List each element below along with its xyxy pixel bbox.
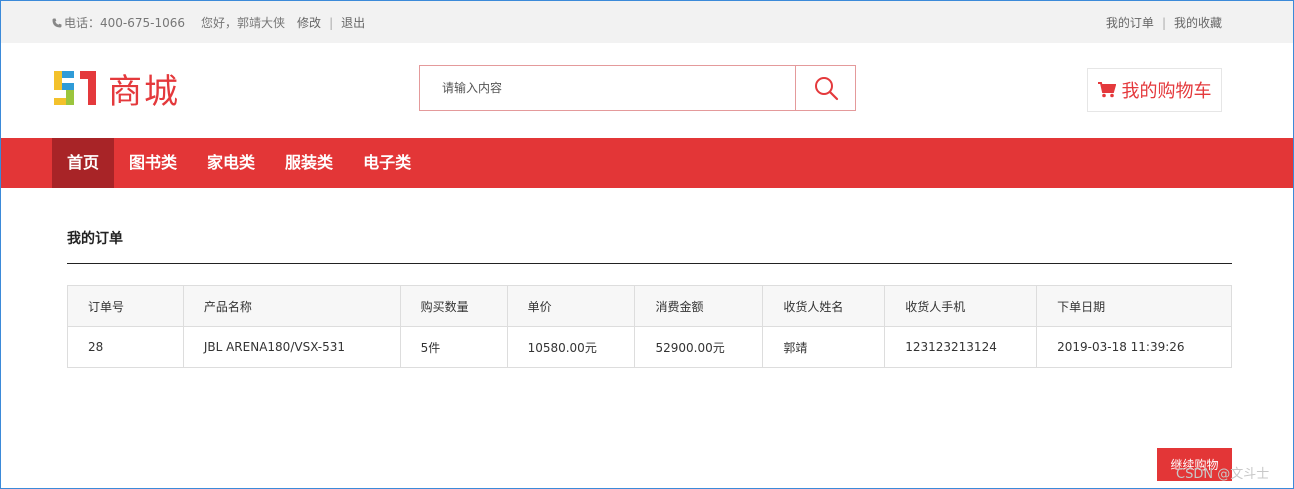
table-header-row: 订单号 产品名称 购买数量 单价 消费金额 收货人姓名 收货人手机 下单日期 [67, 285, 1232, 327]
nav-item-books[interactable]: 图书类 [114, 138, 192, 188]
watermark: CSDN @文斗士 [1176, 467, 1270, 482]
column-header: 收货人手机 [884, 285, 1038, 327]
nav-item-clothing[interactable]: 服装类 [270, 138, 348, 188]
my-favorites-link[interactable]: 我的收藏 [1174, 14, 1222, 31]
page-title: 我的订单 [67, 231, 123, 247]
nav-item-appliances[interactable]: 家电类 [192, 138, 270, 188]
order-id-cell: 28 [67, 326, 184, 368]
search-box [419, 65, 856, 111]
phone-icon [52, 18, 62, 27]
top-bar-left: 电话： 400-675-1066 您好，郭靖大侠 修改 | 退出 [52, 14, 365, 31]
total-amount-cell: 52900.00元 [634, 326, 764, 368]
search-button[interactable] [795, 66, 855, 110]
logout-link[interactable]: 退出 [341, 14, 365, 31]
logo-text: 商城 [108, 71, 180, 112]
search-icon [814, 77, 838, 101]
nav-item-home[interactable]: 首页 [52, 138, 115, 188]
divider: | [1161, 15, 1166, 30]
column-header: 下单日期 [1036, 285, 1232, 327]
top-bar-right: 我的订单 | 我的收藏 [1106, 14, 1222, 31]
phone-label: 电话： [64, 16, 101, 30]
cart-label: 我的购物车 [1121, 81, 1212, 102]
order-date-cell: 2019-03-18 11:39:26 [1036, 326, 1232, 368]
column-header: 消费金额 [634, 285, 764, 327]
logo-51-icon [54, 71, 96, 105]
my-orders-link[interactable]: 我的订单 [1106, 14, 1154, 31]
recipient-phone-cell: 123123213124 [884, 326, 1038, 368]
edit-link[interactable]: 修改 [297, 14, 321, 31]
quantity-cell: 5件 [399, 326, 508, 368]
column-header: 单价 [506, 285, 636, 327]
divider: | [329, 15, 334, 30]
table-row: 28 JBL ARENA180/VSX-531 5件 10580.00元 529… [67, 326, 1232, 368]
cart-button[interactable]: 我的购物车 [1087, 68, 1222, 112]
unit-price-cell: 10580.00元 [506, 326, 636, 368]
top-bar: 电话： 400-675-1066 您好，郭靖大侠 修改 | 退出 我的订单 | … [0, 0, 1294, 43]
recipient-name-cell: 郭靖 [762, 326, 886, 368]
nav-item-electronics[interactable]: 电子类 [348, 138, 426, 188]
orders-table: 订单号 产品名称 购买数量 单价 消费金额 收货人姓名 收货人手机 下单日期 2… [67, 285, 1232, 368]
shopping-cart-icon [1097, 82, 1116, 98]
main-nav: 首页 图书类 家电类 服装类 电子类 [0, 138, 1294, 188]
column-header: 购买数量 [399, 285, 508, 327]
phone-number: 400-675-1066 [100, 15, 186, 30]
column-header: 产品名称 [182, 285, 401, 327]
search-input[interactable] [420, 66, 795, 110]
column-header: 订单号 [67, 285, 184, 327]
title-divider [67, 263, 1232, 264]
greeting-text: 您好，郭靖大侠 [201, 16, 286, 30]
column-header: 收货人姓名 [762, 285, 886, 327]
site-logo[interactable]: 商城 [52, 66, 192, 112]
product-name-cell: JBL ARENA180/VSX-531 [182, 326, 401, 368]
